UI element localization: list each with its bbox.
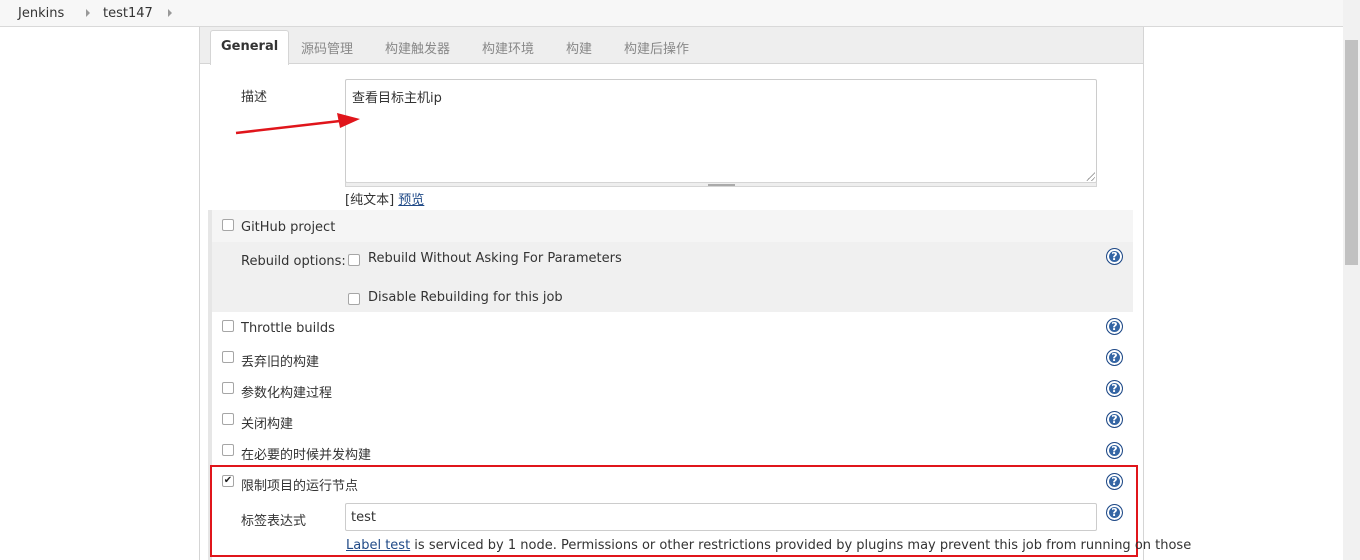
label-expression-label: 标签表达式	[241, 514, 307, 529]
help-icon[interactable]: ?	[1106, 380, 1123, 397]
help-icon[interactable]: ?	[1106, 349, 1123, 366]
discard-old-builds-checkbox[interactable]	[222, 351, 234, 363]
rebuild-without-asking-label: Rebuild Without Asking For Parameters	[368, 251, 622, 266]
concurrent-builds-label: 在必要的时候并发构建	[241, 448, 372, 463]
help-icon[interactable]: ?	[1106, 473, 1123, 490]
help-icon[interactable]: ?	[1106, 504, 1123, 521]
disable-build-label: 关闭构建	[241, 417, 294, 432]
disable-rebuilding-label: Disable Rebuilding for this job	[368, 290, 563, 305]
discard-old-builds-label: 丢弃旧的构建	[241, 355, 320, 370]
label-test-link[interactable]: Label test	[346, 538, 410, 553]
disable-build-checkbox[interactable]	[222, 413, 234, 425]
restrict-node-checkbox[interactable]: ✔	[222, 475, 234, 487]
help-icon[interactable]: ?	[1106, 248, 1123, 265]
label-expression-input[interactable]: test	[345, 503, 1097, 531]
restrict-node-label: 限制项目的运行节点	[241, 479, 359, 494]
disable-rebuilding-checkbox[interactable]	[348, 293, 360, 305]
label-note-text: is serviced by 1 node. Permissions or ot…	[410, 538, 1192, 553]
parameterized-label: 参数化构建过程	[241, 386, 333, 401]
label-expression-note: Label test is serviced by 1 node. Permis…	[346, 538, 1191, 553]
github-project-label: GitHub project	[241, 220, 336, 235]
throttle-builds-checkbox[interactable]	[222, 320, 234, 332]
throttle-builds-label: Throttle builds	[241, 321, 335, 336]
help-icon[interactable]: ?	[1106, 411, 1123, 428]
rebuild-options-label: Rebuild options:	[241, 254, 346, 269]
help-icon[interactable]: ?	[1106, 318, 1123, 335]
github-project-checkbox[interactable]	[222, 219, 234, 231]
help-icon[interactable]: ?	[1106, 442, 1123, 459]
concurrent-builds-checkbox[interactable]	[222, 444, 234, 456]
parameterized-checkbox[interactable]	[222, 382, 234, 394]
label-expression-value: test	[351, 510, 376, 525]
rebuild-without-asking-checkbox[interactable]	[348, 254, 360, 266]
